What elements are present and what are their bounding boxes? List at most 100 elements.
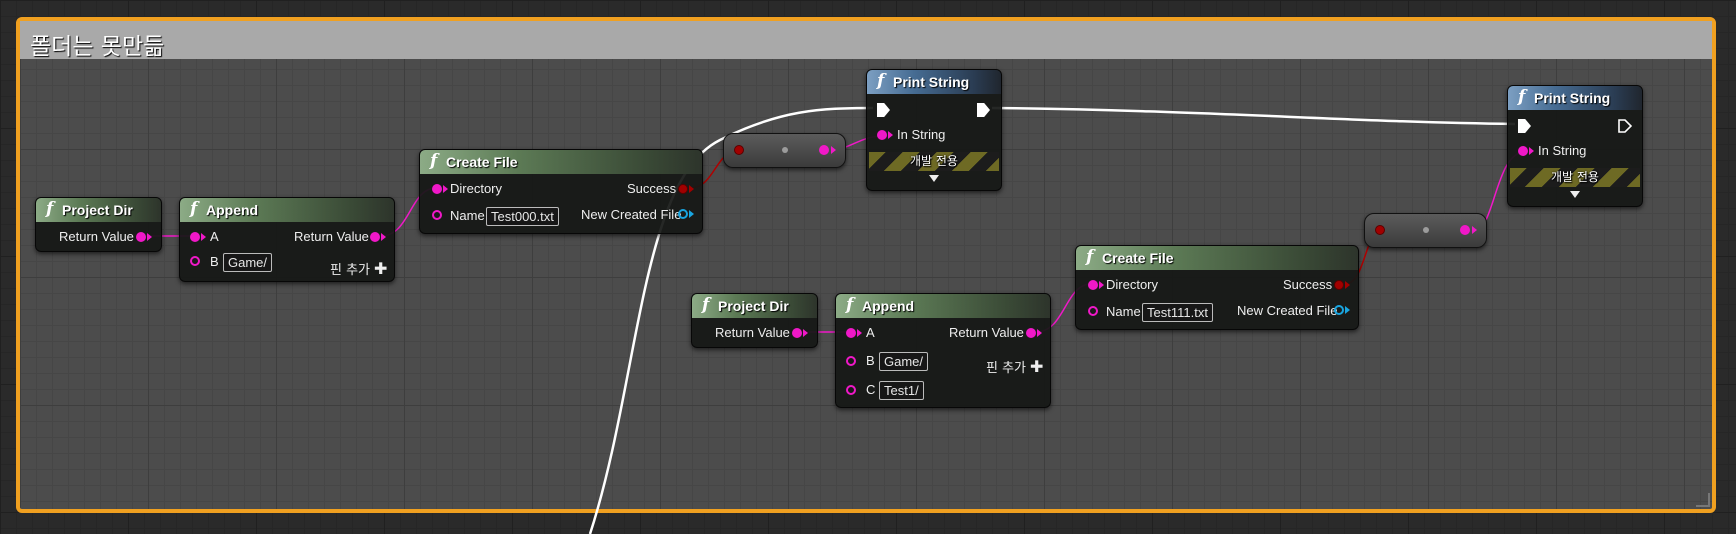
- exec-wire-print-1-to-print-2[interactable]: [991, 106, 1516, 126]
- plus-icon: ✚: [1030, 357, 1044, 376]
- add-pin-button[interactable]: 핀 추가 ✚: [986, 357, 1043, 376]
- project-dir-node[interactable]: f Project Dir Return Value: [691, 293, 818, 348]
- pin-arrow-icon: [1529, 147, 1534, 155]
- development-only-band: 개발 전용: [1510, 168, 1640, 187]
- success-output-pin[interactable]: [1334, 280, 1344, 290]
- reroute-node[interactable]: [723, 133, 846, 168]
- return-value-pin[interactable]: [136, 232, 146, 242]
- node-header[interactable]: f Create File: [1076, 246, 1358, 270]
- reroute-node[interactable]: [1364, 213, 1487, 248]
- function-icon: f: [430, 151, 438, 171]
- a-input-label: A: [210, 229, 219, 244]
- b-input-field[interactable]: Game/: [879, 352, 929, 371]
- pin-arrow-icon: [1037, 329, 1042, 337]
- new-created-file-label: New Created File: [1237, 303, 1338, 318]
- a-input-pin[interactable]: [846, 328, 856, 338]
- name-label: Name: [1106, 304, 1141, 319]
- new-created-file-pin[interactable]: [678, 209, 688, 219]
- pin-arrow-icon: [1472, 226, 1477, 234]
- success-label: Success: [1283, 277, 1333, 292]
- name-input-pin[interactable]: [1088, 306, 1098, 316]
- node-title: Print String: [1534, 90, 1611, 106]
- reroute-knot: [1423, 227, 1429, 233]
- new-created-file-label: New Created File: [581, 207, 682, 222]
- directory-input-pin[interactable]: [432, 184, 442, 194]
- directory-input-pin[interactable]: [1088, 280, 1098, 290]
- node-title: Append: [206, 202, 259, 218]
- node-title: Project Dir: [718, 298, 789, 314]
- append-node[interactable]: f Append A Return Value B Game/ 핀 추가 ✚: [179, 197, 395, 282]
- c-input-pin[interactable]: [846, 385, 856, 395]
- return-value-label: Return Value: [949, 325, 1024, 340]
- chevron-down-icon[interactable]: [929, 175, 939, 182]
- create-file-node[interactable]: f Create File Directory Success Name Tes…: [1075, 245, 1359, 330]
- function-icon: f: [877, 71, 885, 91]
- b-input-pin[interactable]: [190, 256, 200, 266]
- name-input-field[interactable]: Test000.txt: [486, 207, 559, 226]
- return-value-pin[interactable]: [792, 328, 802, 338]
- c-input-label: C: [866, 382, 876, 397]
- a-input-label: A: [866, 325, 875, 340]
- b-input-field[interactable]: Game/: [223, 253, 273, 272]
- function-icon: f: [1518, 87, 1526, 107]
- node-title: Print String: [893, 74, 970, 90]
- directory-label: Directory: [1106, 277, 1159, 292]
- in-string-pin[interactable]: [1518, 146, 1528, 156]
- print-string-node[interactable]: f Print String In String 개발 전용: [1507, 85, 1643, 207]
- reroute-output-pin[interactable]: [819, 145, 829, 155]
- name-input-pin[interactable]: [432, 210, 442, 220]
- b-input-pin[interactable]: [846, 356, 856, 366]
- exec-output-icon[interactable]: [977, 103, 990, 117]
- node-header[interactable]: f Append: [180, 198, 394, 222]
- function-icon: f: [190, 199, 198, 219]
- node-header[interactable]: f Project Dir: [36, 198, 161, 222]
- return-value-pin[interactable]: [1026, 328, 1036, 338]
- add-pin-button[interactable]: 핀 추가 ✚: [330, 259, 387, 278]
- project-dir-node[interactable]: f Project Dir Return Value: [35, 197, 162, 252]
- return-value-label: Return Value: [59, 229, 134, 244]
- exec-input-icon[interactable]: [1518, 119, 1531, 133]
- in-string-label: In String: [1538, 143, 1587, 158]
- name-input-field[interactable]: Test111.txt: [1142, 303, 1213, 322]
- reroute-input-pin[interactable]: [1375, 225, 1385, 235]
- success-label: Success: [627, 181, 677, 196]
- node-header[interactable]: f Print String: [1508, 86, 1642, 110]
- in-string-pin[interactable]: [877, 130, 887, 140]
- return-value-pin[interactable]: [370, 232, 380, 242]
- print-string-node[interactable]: f Print String In String 개발 전용: [866, 69, 1002, 191]
- create-file-node[interactable]: f Create File Directory Success Name Tes…: [419, 149, 703, 234]
- node-header[interactable]: f Print String: [867, 70, 1001, 94]
- node-header[interactable]: f Append: [836, 294, 1050, 318]
- exec-input-icon[interactable]: [877, 103, 890, 117]
- add-pin-label: 핀 추가: [330, 263, 371, 278]
- pin-arrow-icon: [1345, 306, 1350, 314]
- exec-output-icon[interactable]: [1618, 119, 1632, 133]
- function-icon: f: [1086, 247, 1094, 267]
- directory-label: Directory: [450, 181, 503, 196]
- node-title: Create File: [1102, 250, 1174, 266]
- node-header[interactable]: f Create File: [420, 150, 702, 174]
- node-title: Append: [862, 298, 915, 314]
- development-only-band: 개발 전용: [869, 152, 999, 171]
- return-value-label: Return Value: [715, 325, 790, 340]
- development-only-label: 개발 전용: [1551, 170, 1599, 184]
- reroute-input-pin[interactable]: [734, 145, 744, 155]
- b-input-label: B: [210, 254, 219, 269]
- reroute-output-pin[interactable]: [1460, 225, 1470, 235]
- new-created-file-pin[interactable]: [1334, 305, 1344, 315]
- a-input-pin[interactable]: [190, 232, 200, 242]
- plus-icon: ✚: [374, 259, 388, 278]
- pin-arrow-icon: [857, 329, 862, 337]
- chevron-down-icon[interactable]: [1570, 191, 1580, 198]
- append-node[interactable]: f Append A Return Value B Game/ 핀 추가 ✚ C …: [835, 293, 1051, 408]
- success-output-pin[interactable]: [678, 184, 688, 194]
- pin-arrow-icon: [381, 233, 386, 241]
- add-pin-label: 핀 추가: [986, 361, 1027, 376]
- pin-arrow-icon: [831, 146, 836, 154]
- pin-arrow-icon: [147, 233, 152, 241]
- c-input-field[interactable]: Test1/: [879, 381, 924, 400]
- node-header[interactable]: f Project Dir: [692, 294, 817, 318]
- pin-arrow-icon: [888, 131, 893, 139]
- function-icon: f: [702, 295, 710, 315]
- node-title: Project Dir: [62, 202, 133, 218]
